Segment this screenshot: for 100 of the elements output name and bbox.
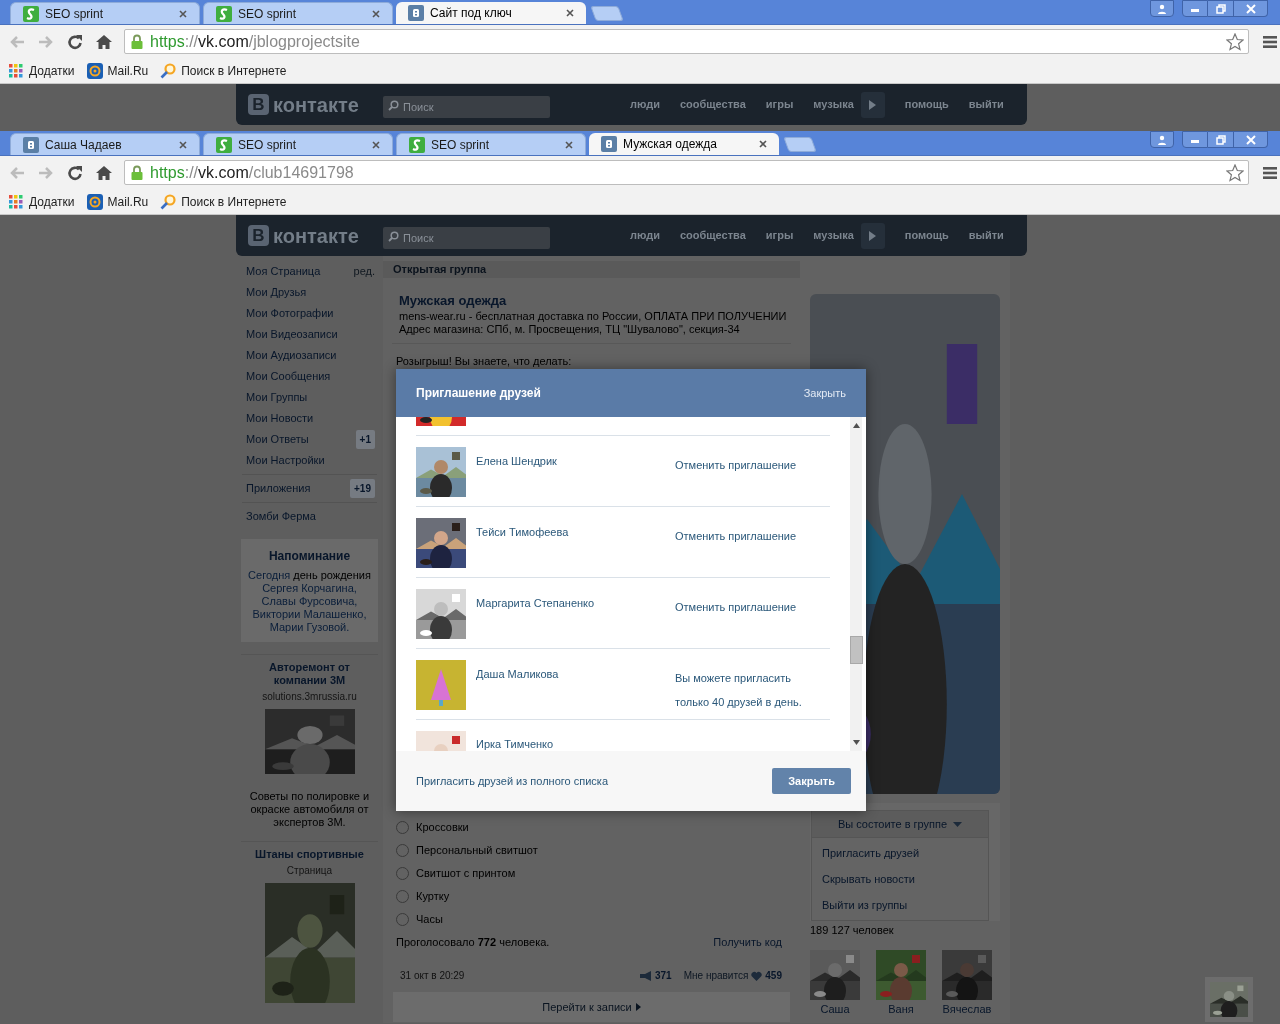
reload-icon[interactable] xyxy=(66,32,84,51)
close-window-button[interactable] xyxy=(1234,131,1268,148)
nav-link[interactable]: люди xyxy=(630,96,660,113)
ad-title[interactable]: Штаны спортивные xyxy=(245,848,374,861)
open-post-button[interactable]: Перейти к записи xyxy=(393,992,790,1022)
menu-item[interactable]: Выйти из группы xyxy=(822,896,908,914)
member-name[interactable]: Ваня xyxy=(888,1002,914,1016)
address-bar[interactable]: https://vk.com/jblogprojectsite xyxy=(124,29,1249,54)
more-button[interactable] xyxy=(860,222,885,249)
minimize-button[interactable] xyxy=(1182,0,1208,17)
cancel-invite-link[interactable]: Отменить приглашение xyxy=(675,601,797,613)
sidebar-link[interactable]: Мои Аудиозаписи xyxy=(246,347,337,364)
bookmark[interactable]: Поиск в Интернете xyxy=(160,192,287,211)
member-name[interactable]: Вячеслав xyxy=(942,1002,992,1016)
close-icon[interactable] xyxy=(566,9,574,17)
sidebar-link[interactable]: Мои Друзья xyxy=(246,284,307,301)
browser-tab[interactable]: SEO sprint xyxy=(203,133,393,155)
sidebar-link[interactable]: Мои Ответы xyxy=(246,431,309,448)
close-icon[interactable] xyxy=(759,140,767,148)
poll-option[interactable]: Персональный свитшот xyxy=(416,841,538,859)
nav-link[interactable]: люди xyxy=(630,227,660,244)
cancel-invite-link[interactable]: Отменить приглашение xyxy=(675,530,797,542)
minimize-button[interactable] xyxy=(1182,131,1208,148)
apps-grid-icon[interactable] xyxy=(8,62,24,79)
sidebar-link[interactable]: Мои Сообщения xyxy=(246,368,331,385)
more-button[interactable] xyxy=(860,91,885,118)
close-icon[interactable] xyxy=(372,140,380,149)
browser-tab[interactable]: SEO sprint xyxy=(203,2,393,24)
nav-link[interactable]: помощь xyxy=(904,96,949,113)
search-field[interactable]: Поиск xyxy=(383,95,550,118)
nav-link[interactable]: выйти xyxy=(968,96,1004,113)
menu-icon[interactable] xyxy=(1262,165,1278,180)
browser-tab[interactable]: Сайт под ключ xyxy=(396,2,586,24)
nav-link[interactable]: выйти xyxy=(968,227,1004,244)
nav-link[interactable]: музыка xyxy=(813,96,854,113)
close-icon[interactable] xyxy=(372,9,380,18)
like-label[interactable]: Мне нравится xyxy=(683,968,749,983)
scroll-down-icon[interactable] xyxy=(852,740,860,745)
bookmark[interactable]: Mail.Ru xyxy=(86,61,149,80)
scroll-thumb[interactable] xyxy=(850,636,863,664)
sidebar-link[interactable]: Зомби Ферма xyxy=(246,508,316,525)
nav-link[interactable]: музыка xyxy=(813,227,854,244)
nav-link[interactable]: помощь xyxy=(904,227,949,244)
friend-name[interactable]: Тейси Тимофеева xyxy=(476,526,569,538)
nav-link[interactable]: сообщества xyxy=(680,96,746,113)
poll-option[interactable]: Часы xyxy=(416,910,443,928)
logo-text[interactable]: контакте xyxy=(273,93,359,116)
nav-link[interactable]: сообщества xyxy=(680,227,746,244)
browser-tab[interactable]: Саша Чадаев xyxy=(10,133,200,155)
sidebar-link[interactable]: Моя Страница xyxy=(246,263,321,280)
profile-button[interactable] xyxy=(1150,0,1174,17)
scroll-up-icon[interactable] xyxy=(852,423,860,428)
menu-item[interactable]: Пригласить друзей xyxy=(822,844,920,862)
apps-grid-icon[interactable] xyxy=(8,193,24,210)
friend-name[interactable]: Ирка Тимченко xyxy=(476,738,554,750)
menu-icon[interactable] xyxy=(1262,34,1278,49)
cancel-invite-link[interactable]: Отменить приглашение xyxy=(675,459,797,471)
megaphone-icon[interactable] xyxy=(639,970,652,981)
ad-title[interactable]: Авторемонт от компании 3М xyxy=(241,661,378,687)
logo-badge[interactable]: В xyxy=(248,225,269,246)
home-icon[interactable] xyxy=(95,32,113,51)
sidebar-link[interactable]: Мои Фотографии xyxy=(246,305,334,322)
bookmark[interactable]: Mail.Ru xyxy=(86,192,149,211)
logo-text[interactable]: контакте xyxy=(273,224,359,247)
nav-link[interactable]: игры xyxy=(765,227,794,244)
close-icon[interactable] xyxy=(179,140,187,149)
sidebar-link[interactable]: Мои Группы xyxy=(246,389,308,406)
sidebar-link[interactable]: Мои Новости xyxy=(246,410,314,427)
close-icon[interactable] xyxy=(179,9,187,18)
mail-icon[interactable] xyxy=(86,193,103,210)
address-bar[interactable]: https://vk.com/club14691798 xyxy=(124,160,1249,185)
bookmark[interactable]: Додатки xyxy=(8,61,75,80)
close-window-button[interactable] xyxy=(1234,0,1268,17)
logo-badge[interactable]: В xyxy=(248,94,269,115)
magnifier-icon[interactable] xyxy=(160,62,177,79)
friend-name[interactable]: Даша Маликова xyxy=(476,668,559,680)
mail-icon[interactable] xyxy=(86,62,103,79)
close-button[interactable]: Закрыть xyxy=(772,768,851,794)
membership-dropdown[interactable]: Вы состоите в группе xyxy=(811,810,989,838)
sidebar-link[interactable]: Приложения xyxy=(246,480,311,497)
menu-item[interactable]: Скрывать новости xyxy=(822,870,915,888)
friend-name[interactable]: Маргарита Степаненко xyxy=(476,597,595,609)
close-link[interactable]: Закрыть xyxy=(803,384,846,402)
poll-option[interactable]: Куртку xyxy=(416,887,450,905)
heart-icon[interactable] xyxy=(751,970,763,981)
scrollbar[interactable] xyxy=(850,417,862,751)
browser-tab[interactable]: SEO sprint xyxy=(396,133,586,155)
get-code-link[interactable]: Получить код xyxy=(713,933,782,950)
poll-option[interactable]: Свитшот с принтом xyxy=(416,864,516,882)
home-icon[interactable] xyxy=(95,163,113,182)
profile-button[interactable] xyxy=(1150,131,1174,148)
star-icon[interactable] xyxy=(1226,32,1244,51)
edit-link[interactable]: ред. xyxy=(353,263,375,280)
poll-option[interactable]: Кроссовки xyxy=(416,818,469,836)
full-list-link[interactable]: Пригласить друзей из полного списка xyxy=(416,772,608,790)
browser-tab[interactable]: Мужская одежда xyxy=(589,133,779,155)
nav-link[interactable]: игры xyxy=(765,96,794,113)
search-field[interactable]: Поиск xyxy=(383,226,550,249)
sidebar-link[interactable]: Мои Настройки xyxy=(246,452,325,469)
bookmark[interactable]: Додатки xyxy=(8,192,75,211)
